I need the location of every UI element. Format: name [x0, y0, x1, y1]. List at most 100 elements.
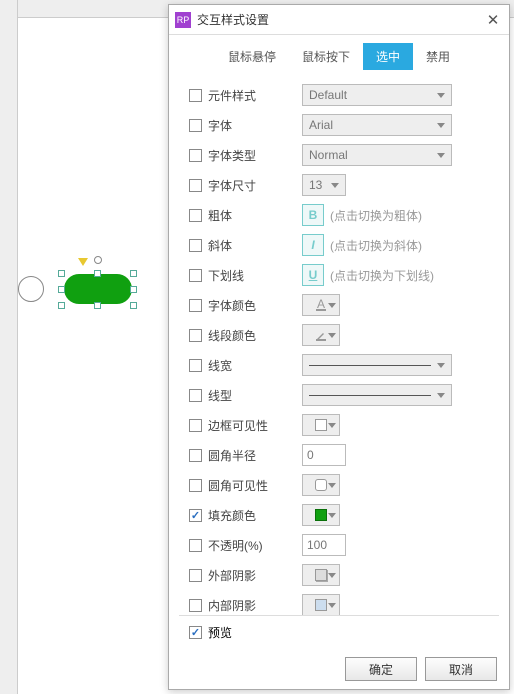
checkbox-line-style[interactable]: [189, 389, 202, 402]
border-vis-picker[interactable]: [302, 414, 340, 436]
ruler-vertical: [0, 0, 18, 694]
outer-shadow-picker[interactable]: [302, 564, 340, 586]
tab-selected[interactable]: 选中: [363, 43, 413, 70]
connector-handle[interactable]: [78, 258, 88, 266]
row-font-type: 字体类型 Normal: [179, 140, 503, 170]
checkbox-font-color[interactable]: [189, 299, 202, 312]
ok-button[interactable]: 确定: [345, 657, 417, 681]
checkbox-line-color[interactable]: [189, 329, 202, 342]
toggle-italic[interactable]: I: [302, 234, 324, 256]
select-widget-style[interactable]: Default: [302, 84, 452, 106]
label-line-style: 线型: [208, 387, 232, 404]
resize-handle-ml[interactable]: [58, 286, 65, 293]
label-italic: 斜体: [208, 237, 232, 254]
checkbox-fill-color[interactable]: [189, 509, 202, 522]
fill-color-picker[interactable]: [302, 504, 340, 526]
row-fill-color: 填充颜色: [179, 500, 503, 530]
label-fill-color: 填充颜色: [208, 507, 256, 524]
properties-scroll[interactable]: 元件样式 Default 字体 Arial 字体类型 Normal 字体尺寸 1…: [169, 70, 509, 615]
resize-handle-mr[interactable]: [130, 286, 137, 293]
label-outer-shadow: 外部阴影: [208, 567, 256, 584]
hint-bold: (点击切换为粗体): [330, 207, 422, 224]
tab-hover[interactable]: 鼠标悬停: [215, 43, 289, 70]
row-font: 字体 Arial: [179, 110, 503, 140]
checkbox-border-vis[interactable]: [189, 419, 202, 432]
line-color-picker[interactable]: [302, 324, 340, 346]
tab-bar: 鼠标悬停 鼠标按下 选中 禁用: [169, 35, 509, 70]
label-opacity: 不透明(%): [208, 537, 263, 554]
checkbox-widget-style[interactable]: [189, 89, 202, 102]
row-widget-style: 元件样式 Default: [179, 80, 503, 110]
cancel-button[interactable]: 取消: [425, 657, 497, 681]
select-font[interactable]: Arial: [302, 114, 452, 136]
select-font-type[interactable]: Normal: [302, 144, 452, 166]
dialog-titlebar[interactable]: RP 交互样式设置 ✕: [169, 5, 509, 35]
label-inner-shadow: 内部阴影: [208, 597, 256, 614]
corner-vis-picker[interactable]: [302, 474, 340, 496]
row-corner-radius: 圆角半径 0: [179, 440, 503, 470]
checkbox-outer-shadow[interactable]: [189, 569, 202, 582]
resize-handle-tl[interactable]: [58, 270, 65, 277]
checkbox-font-size[interactable]: [189, 179, 202, 192]
button-row: 确定 取消: [169, 649, 509, 689]
line-style-select[interactable]: [302, 384, 452, 406]
row-outer-shadow: 外部阴影: [179, 560, 503, 590]
label-font-size: 字体尺寸: [208, 177, 256, 194]
label-border-vis: 边框可见性: [208, 417, 268, 434]
checkbox-preview[interactable]: [189, 626, 202, 639]
row-line-style: 线型: [179, 380, 503, 410]
resize-handle-tr[interactable]: [130, 270, 137, 277]
label-preview: 预览: [208, 624, 232, 641]
resize-handle-br[interactable]: [130, 302, 137, 309]
line-width-select[interactable]: [302, 354, 452, 376]
label-font-type: 字体类型: [208, 147, 256, 164]
toggle-bold[interactable]: B: [302, 204, 324, 226]
row-font-size: 字体尺寸 13: [179, 170, 503, 200]
row-corner-vis: 圆角可见性: [179, 470, 503, 500]
checkbox-bold[interactable]: [189, 209, 202, 222]
tab-disabled[interactable]: 禁用: [413, 43, 463, 70]
checkbox-inner-shadow[interactable]: [189, 599, 202, 612]
checkbox-opacity[interactable]: [189, 539, 202, 552]
resize-handle-tm[interactable]: [94, 270, 101, 277]
hint-italic: (点击切换为斜体): [330, 237, 422, 254]
checkbox-font[interactable]: [189, 119, 202, 132]
checkbox-italic[interactable]: [189, 239, 202, 252]
row-bold: 粗体 B (点击切换为粗体): [179, 200, 503, 230]
input-corner-radius[interactable]: 0: [302, 444, 346, 466]
label-corner-vis: 圆角可见性: [208, 477, 268, 494]
fill-color-swatch: [315, 509, 327, 521]
label-bold: 粗体: [208, 207, 232, 224]
row-italic: 斜体 I (点击切换为斜体): [179, 230, 503, 260]
label-font-color: 字体颜色: [208, 297, 256, 314]
input-opacity[interactable]: 100: [302, 534, 346, 556]
row-underline: 下划线 U (点击切换为下划线): [179, 260, 503, 290]
checkbox-underline[interactable]: [189, 269, 202, 282]
checkbox-corner-vis[interactable]: [189, 479, 202, 492]
hint-underline: (点击切换为下划线): [330, 267, 434, 284]
row-font-color: 字体颜色 A: [179, 290, 503, 320]
rotate-handle[interactable]: [94, 256, 102, 264]
app-icon: RP: [175, 12, 191, 28]
select-font-size[interactable]: 13: [302, 174, 346, 196]
shape-circle[interactable]: [18, 276, 44, 302]
toggle-underline[interactable]: U: [302, 264, 324, 286]
pencil-icon: [315, 329, 327, 341]
label-underline: 下划线: [208, 267, 244, 284]
checkbox-font-type[interactable]: [189, 149, 202, 162]
inner-shadow-picker[interactable]: [302, 594, 340, 615]
resize-handle-bl[interactable]: [58, 302, 65, 309]
resize-handle-bm[interactable]: [94, 302, 101, 309]
label-font: 字体: [208, 117, 232, 134]
font-color-picker[interactable]: A: [302, 294, 340, 316]
preview-row: 预览: [169, 616, 509, 649]
selected-shape-group[interactable]: [58, 268, 138, 318]
close-icon[interactable]: ✕: [483, 10, 503, 30]
tab-mousedown[interactable]: 鼠标按下: [289, 43, 363, 70]
row-opacity: 不透明(%) 100: [179, 530, 503, 560]
checkbox-corner-radius[interactable]: [189, 449, 202, 462]
row-inner-shadow: 内部阴影: [179, 590, 503, 615]
checkbox-line-width[interactable]: [189, 359, 202, 372]
shape-pill[interactable]: [64, 274, 132, 304]
row-line-color: 线段颜色: [179, 320, 503, 350]
